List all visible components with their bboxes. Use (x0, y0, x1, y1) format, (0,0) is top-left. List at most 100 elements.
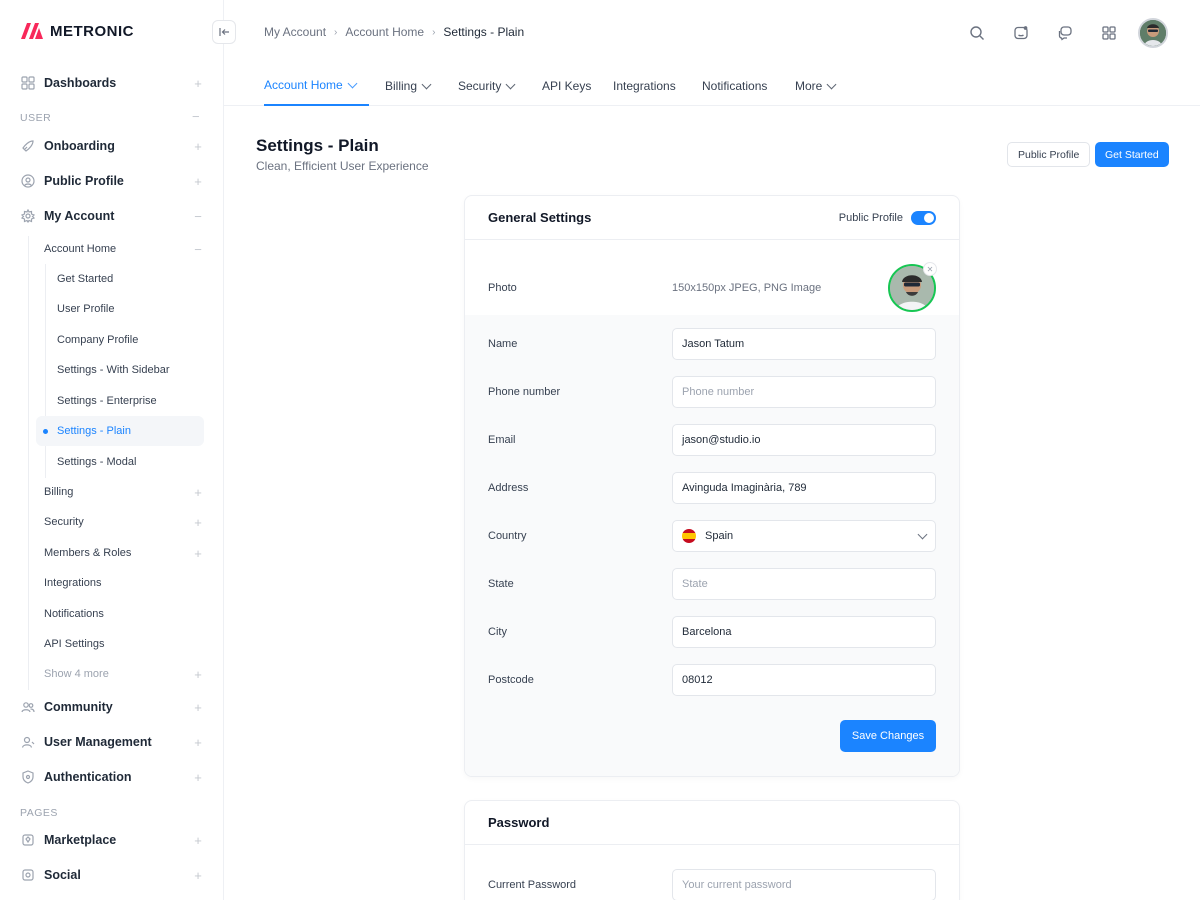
sidebar-sub-account-home[interactable]: Account Home − (44, 238, 204, 260)
active-dot (43, 429, 48, 434)
current-password-field[interactable]: Your current password (672, 869, 936, 900)
sidebar-sub-label: Security (44, 516, 84, 528)
phone-field[interactable]: Phone number (672, 376, 936, 408)
sidebar-item-label: Marketplace (44, 833, 117, 847)
sidebar-item-dashboards[interactable]: Dashboards + (20, 71, 204, 95)
tab-label: Billing (385, 79, 418, 93)
sidebar-subsub-label: Settings - Modal (57, 456, 137, 468)
sidebar-item-label: My Account (44, 209, 115, 223)
sidebar-item-public-profile[interactable]: Public Profile + (20, 169, 204, 193)
sidebar-item-social[interactable]: Social + (20, 863, 204, 887)
sidebar-item-user-management[interactable]: User Management + (20, 730, 204, 754)
plus-icon: + (194, 173, 202, 189)
public-profile-toggle[interactable] (911, 210, 936, 225)
sidebar-subsub-label: Company Profile (57, 334, 139, 346)
card-title: Password (488, 815, 550, 830)
sidebar-item-my-account[interactable]: My Account − (20, 204, 204, 228)
avatar[interactable] (1138, 18, 1168, 48)
sidebar-subsub-label: Settings - Plain (57, 425, 131, 437)
field-label-name: Name (488, 338, 518, 350)
card-title: General Settings (488, 210, 592, 225)
sidebar-subsub-user-profile[interactable]: User Profile (36, 294, 204, 324)
field-label-state: State (488, 578, 514, 590)
photo-label: Photo (488, 282, 517, 294)
app-name: METRONIC (50, 22, 134, 40)
sidebar-subsub-settings-modal[interactable]: Settings - Modal (36, 447, 204, 477)
tab-notifications[interactable]: Notifications (702, 74, 767, 106)
city-field[interactable]: Barcelona (672, 616, 936, 648)
sidebar-sub-label: API Settings (44, 638, 105, 650)
tab-integrations[interactable]: Integrations (613, 74, 676, 106)
public-profile-toggle-wrap: Public Profile (839, 210, 936, 225)
breadcrumb-item[interactable]: My Account (264, 25, 326, 39)
sidebar-subsub-settings-plain[interactable]: Settings - Plain (36, 416, 204, 446)
sidebar-item-authentication[interactable]: Authentication + (20, 765, 204, 789)
sidebar-item-onboarding[interactable]: Onboarding + (20, 134, 204, 158)
email-field[interactable]: jason@studio.io (672, 424, 936, 456)
rocket-icon (20, 138, 36, 154)
sidebar-subsub-company-profile[interactable]: Company Profile (36, 325, 204, 355)
country-select[interactable]: Spain (672, 520, 936, 552)
tree-line (28, 236, 29, 690)
sidebar-show-more[interactable]: Show 4 more + (44, 663, 204, 685)
sidebar-subsub-label: Settings - Enterprise (57, 395, 157, 407)
password-form: Current Password Your current password (465, 845, 959, 900)
logo[interactable]: METRONIC (20, 22, 134, 40)
tab-security[interactable]: Security (458, 74, 516, 106)
chevron-right-icon: › (334, 26, 338, 38)
sidebar-item-marketplace[interactable]: Marketplace + (20, 828, 204, 852)
tab-api-keys[interactable]: API Keys (542, 74, 591, 106)
chevron-down-icon (917, 529, 928, 539)
sidebar-sub-members-roles[interactable]: Members & Roles + (44, 542, 204, 564)
minus-icon[interactable]: − (192, 109, 200, 124)
sidebar-subsub-get-started[interactable]: Get Started (36, 264, 204, 294)
tab-billing[interactable]: Billing (385, 74, 432, 106)
search-icon[interactable] (962, 18, 992, 48)
sidebar-sub-billing[interactable]: Billing + (44, 481, 204, 503)
plus-icon: + (194, 769, 202, 785)
plus-icon: + (194, 832, 202, 848)
sidebar-item-label: Community (44, 700, 113, 714)
remove-photo-icon[interactable]: ✕ (923, 262, 937, 276)
user-photo-icon (1140, 20, 1166, 46)
sidebar-item-community[interactable]: Community + (20, 695, 204, 719)
sidebar-subsub-settings-with-sidebar[interactable]: Settings - With Sidebar (36, 355, 204, 385)
sidebar-sub-integrations[interactable]: Integrations (44, 572, 204, 594)
field-label-country: Country (488, 530, 527, 542)
sidebar-sub-label: Billing (44, 486, 74, 498)
country-value: Spain (705, 530, 734, 542)
sidebar-sub-label: Members & Roles (44, 547, 132, 559)
minus-icon: − (194, 208, 202, 224)
address-field[interactable]: Avinguda Imaginària, 789 (672, 472, 936, 504)
section-label-pages: PAGES (20, 807, 58, 819)
breadcrumb-item[interactable]: Account Home (345, 25, 424, 39)
tab-more[interactable]: More (795, 74, 837, 106)
plus-icon: + (194, 138, 202, 154)
sidebar-subsub-settings-enterprise[interactable]: Settings - Enterprise (36, 386, 204, 416)
spain-flag-icon (682, 529, 696, 543)
tab-account-home[interactable]: Account Home (264, 74, 369, 106)
chat-face-icon[interactable] (1006, 18, 1036, 48)
public-profile-button[interactable]: Public Profile (1007, 142, 1091, 167)
sidebar-item-label: Public Profile (44, 174, 124, 188)
name-field[interactable]: Jason Tatum (672, 328, 936, 360)
photo-row: Photo 150x150px JPEG, PNG Image ✕ (465, 240, 959, 315)
apps-grid-icon[interactable] (1094, 18, 1124, 48)
messages-icon[interactable] (1050, 18, 1080, 48)
save-changes-button[interactable]: Save Changes (840, 720, 936, 752)
sidebar-sub-security[interactable]: Security + (44, 511, 204, 533)
sidebar-sub-api-settings[interactable]: API Settings (44, 633, 204, 655)
sidebar-collapse-button[interactable] (212, 20, 236, 44)
tab-bar: Account Home Billing Security API Keys I… (224, 64, 1200, 106)
postcode-field[interactable]: 08012 (672, 664, 936, 696)
plus-icon: + (194, 867, 202, 883)
metronic-logo-icon (21, 23, 43, 39)
state-field[interactable]: State (672, 568, 936, 600)
sidebar-sub-notifications[interactable]: Notifications (44, 603, 204, 625)
plus-icon: + (194, 699, 202, 715)
get-started-button[interactable]: Get Started (1095, 142, 1169, 167)
sidebar-subsub-label: Settings - With Sidebar (57, 364, 170, 376)
card-header: Password (465, 801, 959, 845)
tab-label: Account Home (264, 78, 343, 92)
chevron-down-icon (826, 79, 837, 89)
